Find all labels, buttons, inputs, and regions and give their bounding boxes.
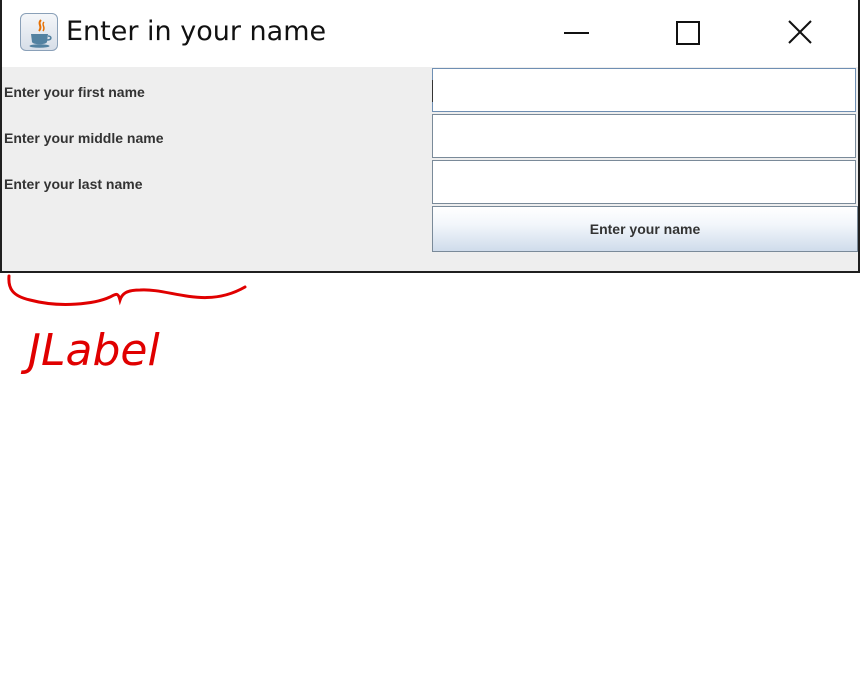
java-coffee-icon xyxy=(20,13,58,51)
close-icon xyxy=(788,20,812,44)
enter-name-button[interactable]: Enter your name xyxy=(432,206,858,252)
window-title: Enter in your name xyxy=(66,16,327,47)
middle-name-field[interactable] xyxy=(432,114,856,158)
app-window: Enter in your name Enter your first name… xyxy=(0,0,860,273)
jlabel-annotation: JLabel xyxy=(7,274,247,376)
first-name-field[interactable] xyxy=(432,68,856,112)
minimize-icon xyxy=(564,32,589,34)
title-bar[interactable]: Enter in your name xyxy=(2,0,858,67)
text-caret xyxy=(432,80,433,102)
maximize-button[interactable] xyxy=(660,10,716,56)
jlabel-annotation-text: JLabel xyxy=(20,325,160,376)
first-name-label: Enter your first name xyxy=(4,84,145,100)
minimize-button[interactable] xyxy=(548,10,604,56)
last-name-label: Enter your last name xyxy=(4,176,143,192)
middle-name-label: Enter your middle name xyxy=(4,130,164,146)
close-button[interactable] xyxy=(772,10,828,56)
maximize-icon xyxy=(676,21,700,45)
form-panel: Enter your first name Enter your middle … xyxy=(2,67,858,271)
brace-annotation xyxy=(7,274,247,306)
last-name-field[interactable] xyxy=(432,160,856,204)
